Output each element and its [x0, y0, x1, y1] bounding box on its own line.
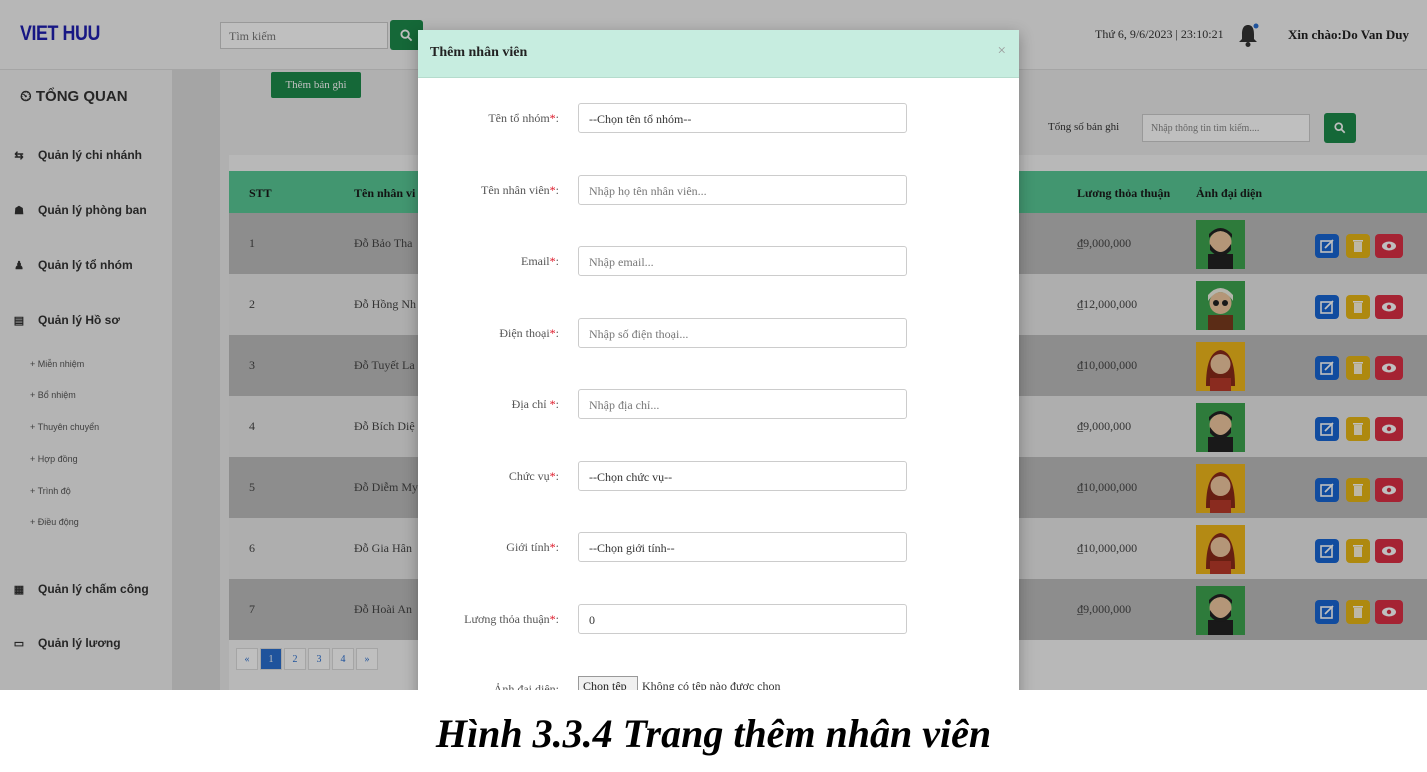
form-row-avatar: Ảnh đại diện: Chọn tệp Không có tệp nào …: [418, 676, 1019, 690]
form-input[interactable]: Nhập email...: [578, 246, 907, 276]
form-row: Địa chỉ *: Nhập địa chỉ...: [418, 389, 1019, 419]
form-input[interactable]: 0: [578, 603, 907, 634]
form-label: Giới tính*:: [506, 540, 559, 554]
form-select[interactable]: --Chọn tên tổ nhóm--: [578, 103, 907, 133]
form-select[interactable]: --Chọn chức vụ--: [578, 460, 907, 491]
form-select[interactable]: --Chọn giới tính--: [578, 532, 907, 562]
add-employee-modal: Thêm nhân viên × Tên tổ nhóm*: --Chọn tên…: [418, 30, 1019, 690]
form-label: Ảnh đại diện:: [493, 682, 559, 690]
form-input[interactable]: Nhập số điện thoại...: [578, 317, 907, 348]
figure-caption: Hình 3.3.4 Trang thêm nhân viên: [435, 711, 992, 756]
choose-file-button[interactable]: Chọn tệp: [578, 676, 638, 690]
form-row: Tên tổ nhóm*: --Chọn tên tổ nhóm--: [418, 103, 1019, 133]
form-input[interactable]: Nhập địa chỉ...: [578, 389, 907, 419]
form-label: Tên nhân viên*:: [481, 182, 559, 197]
form-label: Email*:: [520, 254, 559, 268]
form-row: Chức vụ*: --Chọn chức vụ--: [418, 460, 1019, 491]
form-row: Email*: Nhập email...: [418, 246, 1019, 276]
form-row: Lương thỏa thuận*: 0: [418, 603, 1019, 634]
form-input[interactable]: Nhập họ tên nhân viên...: [578, 174, 907, 205]
form-row: Tên nhân viên*: Nhập họ tên nhân viên...: [418, 174, 1019, 205]
file-status-text: Không có tệp nào được chọn: [642, 679, 781, 690]
form-label: Tên tổ nhóm*:: [488, 111, 559, 125]
app-screen: VIET HUU Tìm kiếm Thứ 6, 9/6/2023 | 23:1…: [0, 0, 1427, 690]
form-row: Điện thoại*: Nhập số điện thoại...: [418, 317, 1019, 348]
close-icon[interactable]: ×: [998, 43, 1006, 60]
form-label: Địa chỉ *:: [511, 397, 559, 411]
form-label: Điện thoại*:: [499, 325, 559, 340]
form-label: Lương thỏa thuận*:: [464, 611, 559, 626]
modal-header: Thêm nhân viên ×: [418, 30, 1019, 78]
form-row: Giới tính*: --Chọn giới tính--: [418, 532, 1019, 562]
modal-title: Thêm nhân viên: [430, 45, 528, 60]
form-label: Chức vụ*:: [508, 468, 559, 483]
